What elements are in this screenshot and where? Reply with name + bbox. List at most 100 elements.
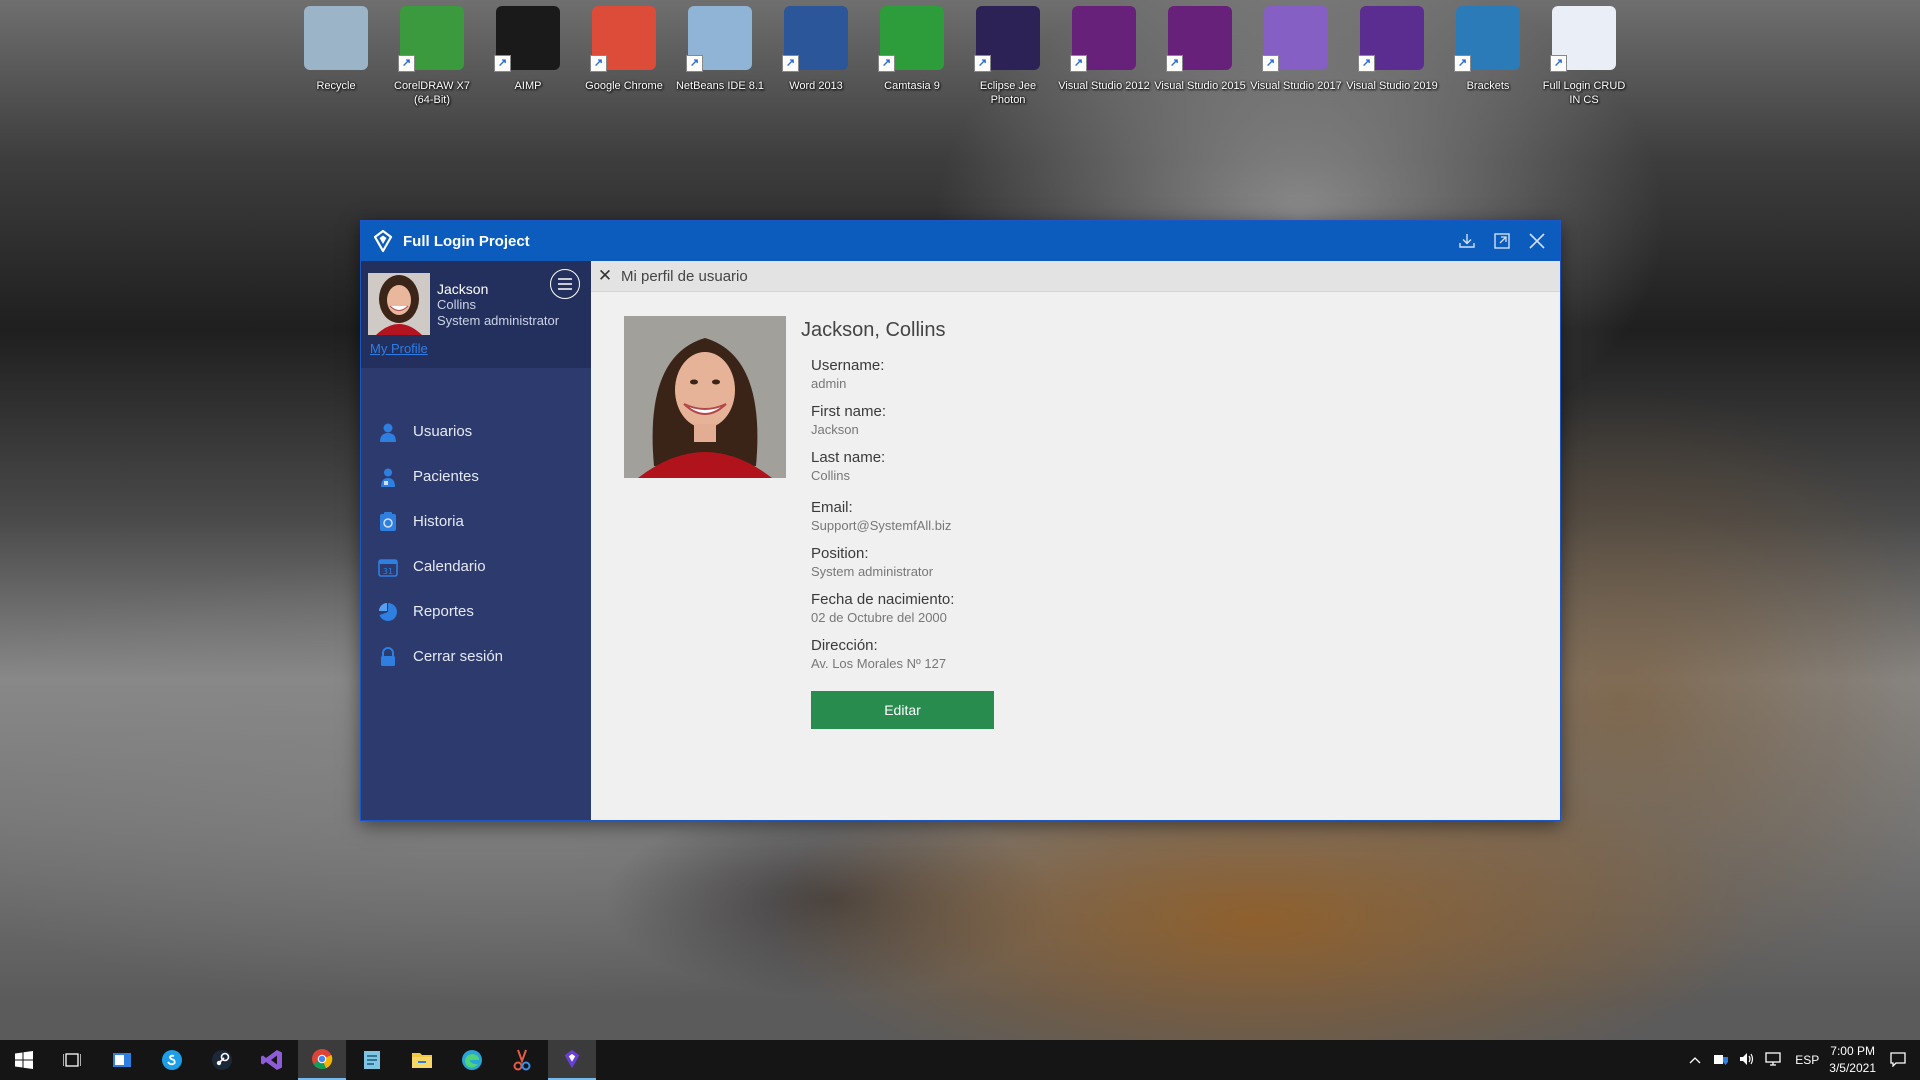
shortcut-arrow-icon: ↗ <box>398 55 415 72</box>
desktop-icon-label: AIMP <box>514 80 542 92</box>
taskbar: ESP 7:00 PM 3/5/2021 <box>0 1040 1920 1080</box>
shortcut-arrow-icon: ↗ <box>878 55 895 72</box>
desktop-icon[interactable]: ↗ AIMP <box>482 6 574 106</box>
shortcut-arrow-icon: ↗ <box>590 55 607 72</box>
desktop-icon[interactable]: ↗ Eclipse Jee Photon <box>962 6 1054 106</box>
profile-last-name: Collins <box>437 297 477 312</box>
shortcut-arrow-icon: ↗ <box>1070 55 1087 72</box>
sidebar-nav: Usuarios Pacientes Historia 31 Calendari… <box>361 409 591 679</box>
shortcut-arrow-icon: ↗ <box>782 55 799 72</box>
desktop-icon[interactable]: ↗ Visual Studio 2017 <box>1250 6 1342 106</box>
clock-time: 7:00 PM <box>1830 1044 1875 1058</box>
widget-icon <box>113 1053 131 1067</box>
sidebar-item-cerrar-sesion[interactable]: Cerrar sesión <box>361 634 591 679</box>
field-first-name: First name: Jackson <box>811 403 886 438</box>
taskbar-app-edge[interactable] <box>448 1040 496 1080</box>
desktop-icon-label: Visual Studio 2012 <box>1058 80 1150 92</box>
shortcut-arrow-icon: ↗ <box>1550 55 1567 72</box>
aimp-icon: ↗ <box>494 6 560 72</box>
app-logo-icon <box>373 229 393 253</box>
page-title: Mi perfil de usuario <box>621 267 748 285</box>
shortcut-arrow-icon: ↗ <box>686 55 703 72</box>
desktop-icon-label: Full Login CRUD IN CS <box>1542 80 1626 106</box>
eclipse-icon: ↗ <box>974 6 1040 72</box>
desktop-icon[interactable]: ↗ Brackets <box>1442 6 1534 106</box>
notification-icon[interactable] <box>1890 1051 1906 1070</box>
sidebar-item-reportes[interactable]: Reportes <box>361 589 591 634</box>
sidebar-item-pacientes[interactable]: Pacientes <box>361 454 591 499</box>
desktop-icon[interactable]: Recycle <box>290 6 382 106</box>
shortcut-arrow-icon: ↗ <box>974 55 991 72</box>
volume-icon[interactable] <box>1739 1051 1755 1070</box>
desktop-icon[interactable]: ↗ Google Chrome <box>578 6 670 106</box>
taskbar-app-notepad[interactable] <box>348 1040 396 1080</box>
taskbar-app-file-explorer[interactable] <box>398 1040 446 1080</box>
close-button[interactable] <box>1519 221 1554 261</box>
desktop-icon[interactable]: ↗ Word 2013 <box>770 6 862 106</box>
sidebar-item-label: Pacientes <box>413 468 479 485</box>
sidebar-item-historia[interactable]: Historia <box>361 499 591 544</box>
field-label: Username: <box>811 357 885 374</box>
start-icon <box>15 1051 33 1069</box>
network-icon[interactable] <box>1765 1051 1783 1070</box>
app-logo-icon: ↗ <box>1550 6 1616 72</box>
snipping-icon <box>513 1049 531 1071</box>
field-value: System administrator <box>811 564 934 579</box>
taskbar-app-chrome[interactable] <box>298 1040 346 1080</box>
taskbar-app-snipping[interactable] <box>498 1040 546 1080</box>
lock-icon <box>377 646 399 668</box>
notepad-icon <box>364 1051 380 1069</box>
desktop-icon-label: CorelDRAW X7 (64-Bit) <box>394 80 470 106</box>
field-value: Av. Los Morales Nº 127 <box>811 656 947 671</box>
field-label: Position: <box>811 545 869 562</box>
title-bar[interactable]: Full Login Project <box>361 221 1560 261</box>
desktop-icon-label: Google Chrome <box>585 80 663 92</box>
desktop-icon[interactable]: ↗ CorelDRAW X7 (64-Bit) <box>386 6 478 106</box>
profile-photo <box>624 316 786 478</box>
svg-text:31: 31 <box>383 567 393 576</box>
desktop-icon[interactable]: ↗ NetBeans IDE 8.1 <box>674 6 766 106</box>
task-view-button[interactable] <box>48 1040 96 1080</box>
reports-icon <box>377 601 399 623</box>
field-value: Support@SystemfAll.biz <box>811 518 952 533</box>
task-view-icon <box>63 1053 81 1067</box>
avatar <box>368 273 430 335</box>
network-shield-icon[interactable] <box>1713 1051 1729 1070</box>
field-label: Last name: <box>811 449 886 466</box>
history-icon <box>377 511 399 533</box>
clock[interactable]: 7:00 PM 3/5/2021 <box>1829 1043 1876 1077</box>
start-button[interactable] <box>0 1040 48 1080</box>
taskbar-app-widget[interactable] <box>98 1040 146 1080</box>
maximize-button[interactable] <box>1484 221 1519 261</box>
taskbar-app-full-login[interactable] <box>548 1040 596 1080</box>
chrome-icon <box>312 1049 333 1070</box>
desktop-icon[interactable]: ↗ Visual Studio 2019 <box>1346 6 1438 106</box>
edit-button[interactable]: Editar <box>811 691 994 729</box>
edge-icon <box>462 1050 482 1070</box>
chevron-up-icon[interactable] <box>1689 1053 1701 1067</box>
menu-toggle-button[interactable] <box>550 269 580 299</box>
my-profile-link[interactable]: My Profile <box>370 341 428 356</box>
desktop-icon[interactable]: ↗ Visual Studio 2015 <box>1154 6 1246 106</box>
desktop-icon[interactable]: ↗ Full Login CRUD IN CS <box>1538 6 1630 106</box>
desktop-icon-label: Recycle <box>316 80 356 92</box>
sidebar-item-usuarios[interactable]: Usuarios <box>361 409 591 454</box>
language-indicator[interactable]: ESP <box>1795 1053 1819 1067</box>
sidebar-item-label: Calendario <box>413 558 486 575</box>
close-panel-button[interactable]: ✕ <box>591 266 619 286</box>
desktop-icon-label: NetBeans IDE 8.1 <box>675 80 765 92</box>
taskbar-app-skype[interactable] <box>148 1040 196 1080</box>
taskbar-app-visual-studio[interactable] <box>248 1040 296 1080</box>
desktop-icon[interactable]: ↗ Camtasia 9 <box>866 6 958 106</box>
minimize-button[interactable] <box>1449 221 1484 261</box>
field-email: Email: Support@SystemfAll.biz <box>811 499 951 534</box>
desktop-icon[interactable]: ↗ Visual Studio 2012 <box>1058 6 1150 106</box>
sidebar-item-label: Usuarios <box>413 423 473 440</box>
desktop-icon-label: Visual Studio 2015 <box>1154 80 1246 92</box>
taskbar-app-steam[interactable] <box>198 1040 246 1080</box>
shortcut-arrow-icon: ↗ <box>494 55 511 72</box>
field-value: Collins <box>811 468 851 483</box>
clock-date: 3/5/2021 <box>1829 1061 1876 1075</box>
desktop-icon-label: Visual Studio 2019 <box>1346 80 1438 92</box>
sidebar-item-calendario[interactable]: 31 Calendario <box>361 544 591 589</box>
